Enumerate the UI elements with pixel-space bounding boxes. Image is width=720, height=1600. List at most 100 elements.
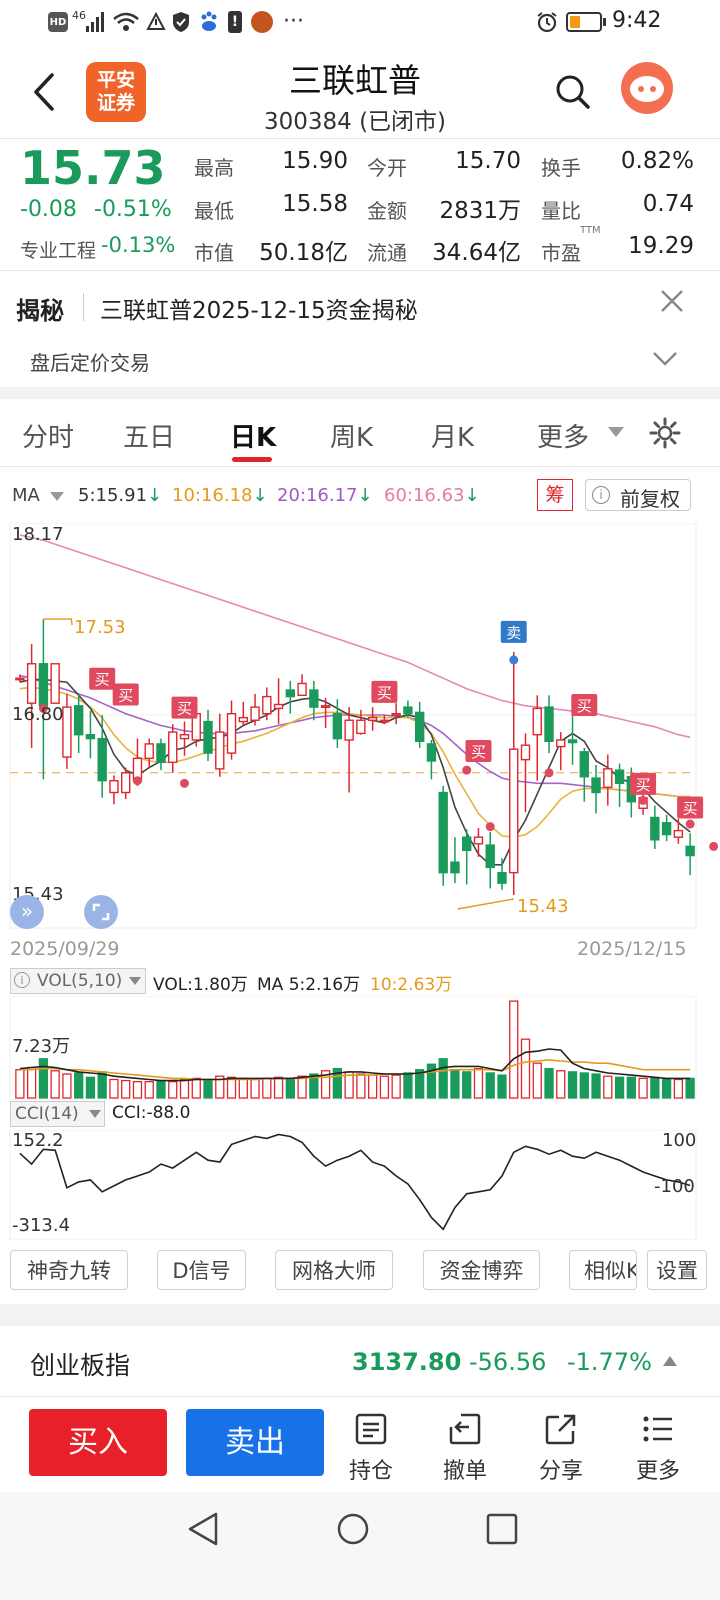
logo-line1: 平安: [96, 69, 135, 91]
close-icon[interactable]: [660, 289, 684, 313]
turnover-value: 0.82%: [620, 148, 694, 174]
buy-signal-text: 买: [636, 776, 651, 794]
cci-indicator-button[interactable]: CCI(14): [10, 1101, 105, 1127]
back-icon[interactable]: [30, 72, 58, 112]
volume-bar: [497, 1074, 507, 1099]
ma-label[interactable]: MA: [12, 485, 40, 506]
search-icon[interactable]: [555, 74, 591, 110]
game-icon: [251, 11, 273, 33]
tool-d-signal[interactable]: D信号: [157, 1250, 246, 1290]
volume-chart[interactable]: [0, 996, 720, 1100]
cancel-order-button[interactable]: 撤单: [434, 1407, 496, 1485]
volume-header: i VOL(5,10) VOL:1.80万 MA 5:2.16万 10:2.63…: [0, 968, 720, 996]
nav-back-icon[interactable]: [186, 1512, 220, 1546]
nav-home-icon[interactable]: [336, 1512, 370, 1546]
signal-dot: [709, 841, 719, 851]
expand-left-icon[interactable]: »: [10, 895, 44, 929]
share-button[interactable]: 分享: [530, 1407, 592, 1485]
volume-bar: [391, 1074, 401, 1099]
volume-bar: [661, 1078, 672, 1099]
volume-bar: [485, 1072, 495, 1099]
assistant-avatar[interactable]: [621, 62, 673, 114]
tab-daily-k[interactable]: 日K: [230, 417, 276, 454]
ma5-value: 5:15.91↓: [78, 485, 162, 506]
chip-button[interactable]: 筹: [537, 479, 573, 511]
adjust-button[interactable]: i 前复权: [585, 479, 691, 511]
signal-dot: [132, 776, 142, 786]
volume-bar: [509, 1000, 519, 1099]
more-button[interactable]: 更多: [627, 1407, 689, 1485]
news-banner[interactable]: 揭秘 三联虹普2025-12-15资金揭秘 盘后定价交易: [0, 271, 720, 387]
tool-magic-nine[interactable]: 神奇九转: [10, 1250, 128, 1290]
vol-indicator-label: VOL(5,10): [37, 971, 123, 991]
volume-bar: [685, 1077, 695, 1099]
battery-icon: [566, 12, 602, 32]
section-gap: [0, 387, 720, 399]
candle-body: [250, 706, 260, 721]
expand-up-icon[interactable]: [663, 1356, 677, 1366]
sell-button[interactable]: 卖出: [186, 1409, 324, 1476]
tool-settings[interactable]: 设置: [647, 1250, 707, 1290]
news-headline[interactable]: 三联虹普2025-12-15资金揭秘: [100, 291, 418, 325]
volume-bar: [650, 1077, 660, 1099]
cci-chart[interactable]: [0, 1130, 720, 1240]
volume-bar: [191, 1077, 201, 1099]
volume-bar: [109, 1078, 119, 1099]
candle-body: [603, 768, 613, 788]
settings-gear-icon[interactable]: [649, 417, 681, 449]
vol-ma5: MA 5:2.16万: [257, 975, 361, 995]
volume-bar: [544, 1067, 554, 1099]
tab-more[interactable]: 更多: [537, 417, 589, 454]
dropdown-icon[interactable]: [608, 427, 624, 437]
tab-five-day[interactable]: 五日: [123, 417, 175, 454]
tab-intraday[interactable]: 分时: [22, 417, 74, 454]
cci-ref-bottom: -100: [654, 1176, 695, 1197]
volume-bar: [85, 1076, 96, 1099]
volume-bar: [473, 1067, 484, 1099]
fullscreen-icon[interactable]: [84, 895, 118, 929]
tool-grid-master[interactable]: 网格大师: [275, 1250, 393, 1290]
candle-body: [661, 822, 672, 836]
alarm-icon: [537, 12, 557, 33]
low-pointer: [457, 898, 514, 910]
holdings-button[interactable]: 持仓: [340, 1407, 402, 1485]
volume-bar: [144, 1081, 154, 1099]
pe-label: 市盈: [541, 241, 581, 265]
system-nav-bar: [0, 1492, 720, 1600]
volume-bar: [132, 1081, 143, 1099]
vol-value: VOL:1.80万: [153, 975, 248, 995]
nav-recents-icon[interactable]: [486, 1513, 518, 1545]
buy-button[interactable]: 买入: [29, 1409, 167, 1476]
tool-fund-game[interactable]: 资金博弈: [423, 1250, 540, 1290]
cancel-order-icon: [449, 1413, 481, 1445]
tool-similar-k[interactable]: 相似K: [569, 1250, 637, 1290]
ma20-arrow: ↓: [357, 485, 373, 506]
volume-bar: [226, 1076, 237, 1099]
ma-dropdown-icon[interactable]: [50, 492, 64, 501]
chevron-down-icon[interactable]: [652, 351, 678, 367]
header: 平安 证券 三联虹普 300384 (已闭市): [0, 44, 720, 138]
candle-body: [356, 719, 366, 735]
candle-body: [473, 836, 484, 845]
turnover-label: 换手: [541, 156, 581, 180]
candle-body: [144, 743, 154, 760]
candle-body: [579, 751, 589, 778]
float-cap-label: 流通: [367, 241, 407, 265]
tab-monthly-k[interactable]: 月K: [431, 417, 474, 454]
high-pointer: [43, 618, 73, 626]
volume-bar: [367, 1074, 378, 1099]
period-tabs: 分时 五日 日K 周K 月K 更多: [0, 399, 720, 466]
index-value: 3137.80: [352, 1348, 462, 1376]
volume-bar: [532, 1062, 542, 1099]
volume-bar: [38, 1058, 49, 1099]
vol-indicator-button[interactable]: i VOL(5,10): [10, 968, 146, 994]
cci-indicator-label: CCI(14): [15, 1104, 79, 1124]
tab-weekly-k[interactable]: 周K: [330, 417, 373, 454]
index-bar[interactable]: 创业板指 3137.80 -56.56 -1.77%: [0, 1326, 720, 1396]
volume-bar: [567, 1071, 578, 1099]
news-sub[interactable]: 盘后定价交易: [30, 347, 150, 376]
volume-bar: [403, 1072, 413, 1099]
volume-bar: [356, 1073, 366, 1099]
price-change: -0.08: [20, 197, 77, 222]
candle-body: [391, 712, 401, 716]
